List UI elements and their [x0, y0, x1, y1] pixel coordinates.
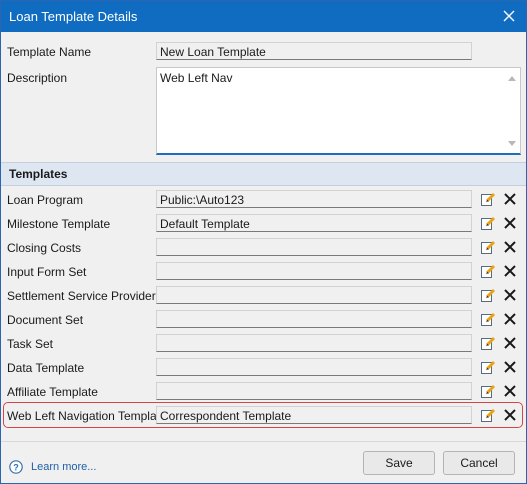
save-button[interactable]: Save [363, 451, 435, 475]
clear-x-icon[interactable] [502, 263, 518, 279]
window-title: Loan Template Details [9, 9, 138, 24]
affiliate-template-field[interactable] [156, 382, 472, 400]
clear-x-icon[interactable] [502, 191, 518, 207]
clear-x-icon[interactable] [502, 335, 518, 351]
edit-icon[interactable] [480, 335, 496, 351]
template-name-label: Template Name [7, 45, 92, 59]
help-circle-icon[interactable]: ? [9, 460, 23, 474]
edit-icon[interactable] [480, 359, 496, 375]
description-label: Description [7, 71, 68, 85]
row-label-data-template: Data Template [7, 361, 85, 375]
edit-icon[interactable] [480, 215, 496, 231]
task-set-field[interactable] [156, 334, 472, 352]
closing-costs-field[interactable] [156, 238, 472, 256]
edit-icon[interactable] [480, 263, 496, 279]
edit-icon[interactable] [480, 191, 496, 207]
clear-x-icon[interactable] [502, 311, 518, 327]
web-left-navigation-template-field[interactable]: Correspondent Template [156, 406, 472, 424]
title-bar: Loan Template Details [1, 1, 526, 32]
edit-icon[interactable] [480, 311, 496, 327]
scroll-arrows-icon[interactable] [504, 68, 520, 153]
description-textarea[interactable]: Web Left Nav [156, 67, 521, 155]
input-form-set-field[interactable] [156, 262, 472, 280]
footer-divider [1, 441, 526, 442]
edit-icon[interactable] [480, 287, 496, 303]
template-name-field[interactable]: New Loan Template [156, 42, 472, 60]
milestone-template-field[interactable]: Default Template [156, 214, 472, 232]
row-label-milestone-template: Milestone Template [7, 217, 111, 231]
row-label-input-form-set: Input Form Set [7, 265, 87, 279]
edit-icon[interactable] [480, 383, 496, 399]
edit-icon[interactable] [480, 407, 496, 423]
templates-section-header: Templates [1, 162, 526, 186]
clear-x-icon[interactable] [502, 239, 518, 255]
document-set-field[interactable] [156, 310, 472, 328]
row-label-web-left-navigation-template: Web Left Navigation Template [7, 409, 167, 423]
templates-heading: Templates [9, 167, 68, 181]
data-template-field[interactable] [156, 358, 472, 376]
cancel-button[interactable]: Cancel [443, 451, 515, 475]
loan-template-details-dialog: Loan Template Details Template Name New … [0, 0, 527, 484]
clear-x-icon[interactable] [502, 359, 518, 375]
clear-x-icon[interactable] [502, 383, 518, 399]
row-label-settlement-service-providers: Settlement Service Providers [7, 289, 162, 303]
clear-x-icon[interactable] [502, 215, 518, 231]
row-label-loan-program: Loan Program [7, 193, 84, 207]
svg-text:?: ? [13, 463, 19, 473]
loan-program-field[interactable]: Public:\Auto123 [156, 190, 472, 208]
description-scrollbar[interactable] [504, 68, 520, 153]
description-text: Web Left Nav [160, 71, 233, 85]
row-label-document-set: Document Set [7, 313, 84, 327]
row-label-closing-costs: Closing Costs [7, 241, 82, 255]
edit-icon[interactable] [480, 239, 496, 255]
clear-x-icon[interactable] [502, 407, 518, 423]
learn-more-link[interactable]: Learn more... [31, 461, 96, 473]
close-icon[interactable] [498, 5, 520, 27]
row-label-task-set: Task Set [7, 337, 54, 351]
row-label-affiliate-template: Affiliate Template [7, 385, 98, 399]
settlement-service-providers-field[interactable] [156, 286, 472, 304]
clear-x-icon[interactable] [502, 287, 518, 303]
